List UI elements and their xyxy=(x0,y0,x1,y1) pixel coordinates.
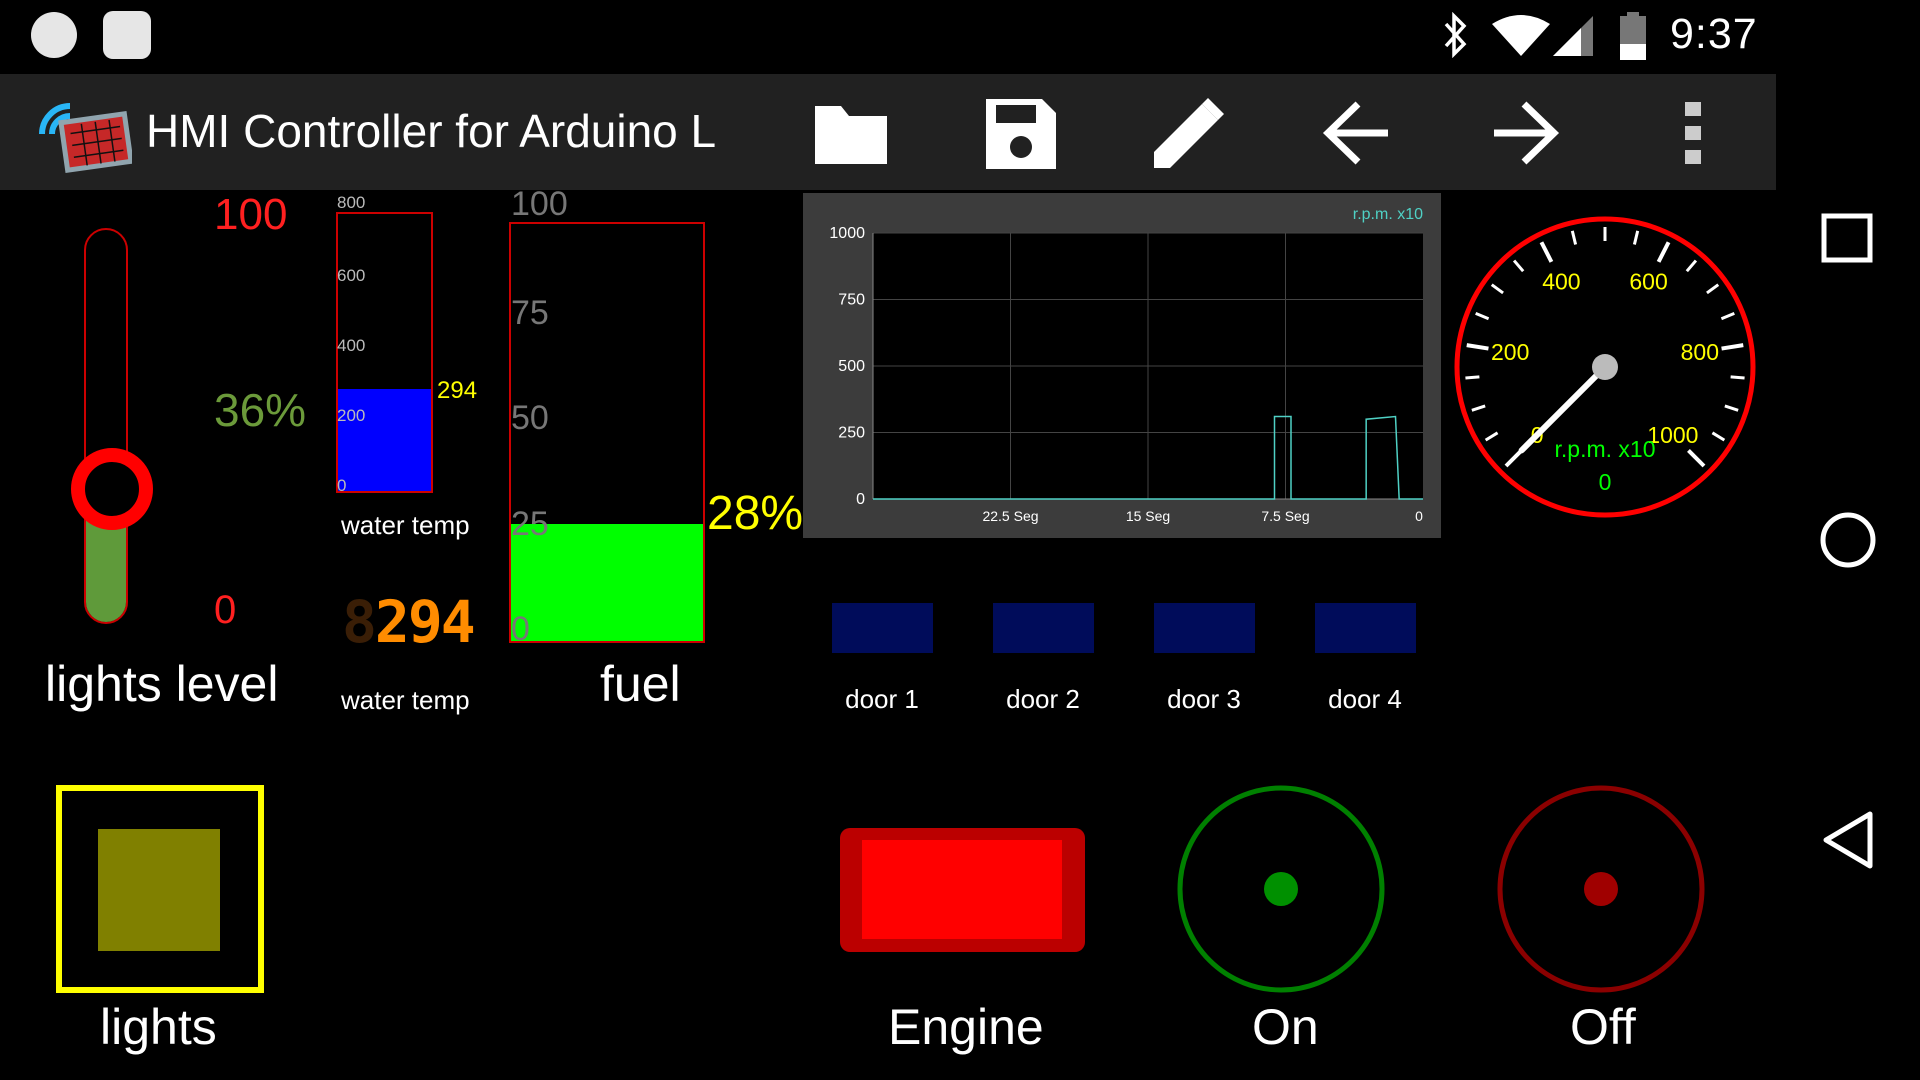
notification-square-icon xyxy=(103,11,151,59)
digit-ghost: 8 xyxy=(342,588,377,656)
lights-level-slider-track[interactable] xyxy=(84,228,128,624)
water-temp-tick: 800 xyxy=(337,193,366,212)
status-bar: 9:37 xyxy=(0,0,1920,72)
on-button[interactable] xyxy=(1176,784,1386,994)
clock: 9:37 xyxy=(1670,10,1758,58)
back-button[interactable] xyxy=(1312,88,1402,178)
chart-y-tick: 0 xyxy=(856,491,865,508)
battery-icon xyxy=(1620,12,1646,60)
lights-level-min-label: 0 xyxy=(214,588,237,632)
door-2-indicator xyxy=(993,603,1094,653)
folder-icon xyxy=(815,106,887,164)
notification-dot-icon xyxy=(31,12,77,58)
water-temp-tick: 0 xyxy=(337,476,347,495)
lights-toggle-button[interactable] xyxy=(56,785,264,993)
fuel-tick: 0 xyxy=(511,610,530,648)
door-4-label: door 4 xyxy=(1328,684,1402,714)
gauge-value: 0 xyxy=(1599,469,1612,495)
water-temp-tick: 600 xyxy=(337,266,366,285)
engine-button[interactable] xyxy=(840,828,1085,952)
rpm-gauge: 02004006008001000r.p.m. x100 xyxy=(1454,216,1756,518)
action-bar: HMI Controller for Arduino L xyxy=(0,74,1776,190)
chart-y-tick: 500 xyxy=(838,358,865,375)
gauge-unit: r.p.m. x10 xyxy=(1555,436,1656,462)
open-folder-button[interactable] xyxy=(806,88,896,178)
chart-x-tick: 22.5 Seg xyxy=(982,508,1038,524)
door-1-label: door 1 xyxy=(845,684,919,714)
edit-icon xyxy=(1154,98,1224,168)
fuel-tick: 100 xyxy=(511,185,568,223)
app-logo-icon[interactable] xyxy=(36,94,132,174)
rpm-chart-svg: 1000 750 500 250 0 22.5 Seg 15 Seg 7.5 Seg 0 r.p.… xyxy=(829,206,1423,524)
chart-x-tick: 0 xyxy=(1415,508,1423,524)
home-button[interactable] xyxy=(1808,500,1888,580)
lights-level-label: lights level xyxy=(45,656,279,712)
on-indicator-dot xyxy=(1264,872,1298,906)
app-title: HMI Controller for Arduino L xyxy=(146,105,717,157)
gauge-label: 600 xyxy=(1629,268,1667,294)
edit-button[interactable] xyxy=(1144,88,1234,178)
fuel-tick: 75 xyxy=(511,294,549,332)
overflow-menu-icon xyxy=(1685,102,1701,164)
lights-toggle-indicator xyxy=(98,829,220,951)
water-temp-display-label: water temp xyxy=(341,685,470,715)
chart-y-tick: 250 xyxy=(838,425,865,442)
gauge-hub xyxy=(1592,354,1618,380)
lights-level-slider-thumb[interactable] xyxy=(71,448,153,531)
digit-value: 294 xyxy=(374,588,476,656)
save-icon xyxy=(986,99,1056,169)
back-arrow-icon xyxy=(1322,101,1388,165)
gauge-label: 800 xyxy=(1681,339,1719,365)
door-3-indicator xyxy=(1154,603,1255,653)
save-button[interactable] xyxy=(975,88,1065,178)
home-circle-icon xyxy=(1820,512,1876,568)
water-temp-tick: 200 xyxy=(337,406,366,425)
gauge-label: 400 xyxy=(1542,268,1580,294)
fuel-tick: 50 xyxy=(511,399,549,437)
recents-button[interactable] xyxy=(1808,200,1888,280)
gauge-tick xyxy=(1465,375,1480,380)
door-2-label: door 2 xyxy=(1006,684,1080,714)
water-temp-digital-display: 8294 xyxy=(342,592,476,652)
navigation-bar xyxy=(1776,0,1920,1080)
chart-legend: r.p.m. x10 xyxy=(1353,206,1423,223)
overflow-menu-button[interactable] xyxy=(1648,88,1738,178)
chart-x-tick: 7.5 Seg xyxy=(1261,508,1309,524)
off-button-label: Off xyxy=(1570,999,1636,1055)
lights-level-max-label: 100 xyxy=(214,190,288,239)
water-temp-bar-label: water temp xyxy=(341,510,470,540)
recents-square-icon xyxy=(1821,213,1873,263)
lights-button-label: lights xyxy=(100,999,217,1055)
wifi-icon xyxy=(1492,15,1550,56)
cell-signal-icon xyxy=(1553,16,1593,56)
chart-x-tick: 15 Seg xyxy=(1126,508,1170,524)
door-1-indicator xyxy=(832,603,933,653)
chart-y-tick: 1000 xyxy=(829,225,865,242)
water-temp-tick: 400 xyxy=(337,336,366,355)
off-indicator-dot xyxy=(1584,872,1618,906)
fuel-tick: 25 xyxy=(511,505,549,543)
lights-level-percent: 36% xyxy=(214,384,307,436)
water-temp-value: 294 xyxy=(437,377,478,404)
fuel-percent: 28% xyxy=(707,487,804,540)
on-button-label: On xyxy=(1252,999,1319,1055)
back-nav-button[interactable] xyxy=(1808,800,1888,880)
chart-y-tick: 750 xyxy=(838,292,865,309)
back-triangle-icon xyxy=(1823,811,1873,869)
engine-button-label: Engine xyxy=(888,999,1044,1055)
bluetooth-icon xyxy=(1444,12,1467,58)
rpm-chart: 1000 750 500 250 0 22.5 Seg 15 Seg 7.5 Seg 0 r.p.… xyxy=(803,193,1441,538)
door-4-indicator xyxy=(1315,603,1416,653)
gauge-tick xyxy=(1730,375,1745,380)
forward-arrow-icon xyxy=(1494,101,1560,165)
fuel-label: fuel xyxy=(600,656,681,712)
gauge-label: 200 xyxy=(1491,339,1529,365)
water-temp-fill xyxy=(338,389,431,491)
off-button[interactable] xyxy=(1496,784,1706,994)
engine-button-face xyxy=(862,840,1062,939)
door-3-label: door 3 xyxy=(1167,684,1241,714)
forward-button[interactable] xyxy=(1480,88,1570,178)
